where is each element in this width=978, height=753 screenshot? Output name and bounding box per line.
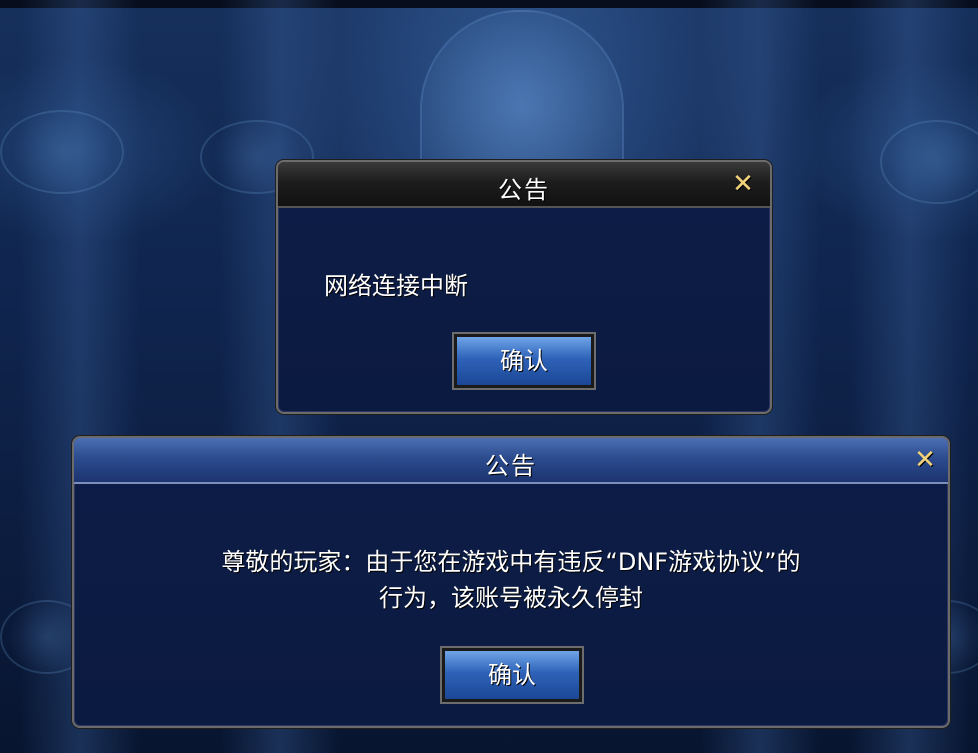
background-arch bbox=[420, 10, 624, 174]
dialog-titlebar[interactable]: 公告 ✕ bbox=[278, 162, 770, 208]
ban-notice-dialog: 公告 ✕ 尊敬的玩家：由于您在游戏中有违反“DNF游戏协议”的 行为，该账号被永… bbox=[72, 436, 950, 728]
dialog-titlebar[interactable]: 公告 ✕ bbox=[74, 438, 948, 484]
dialog-title: 公告 bbox=[498, 176, 550, 204]
background-ornament bbox=[0, 110, 124, 194]
game-background: 公告 ✕ 网络连接中断 确认 公告 ✕ 尊敬的玩家：由于您在游戏中有违反“DNF… bbox=[0, 0, 978, 753]
confirm-button[interactable]: 确认 bbox=[452, 332, 596, 390]
network-notice-dialog: 公告 ✕ 网络连接中断 确认 bbox=[276, 160, 772, 414]
dialog-message-line1: 尊敬的玩家：由于您在游戏中有违反“DNF游戏协议”的 bbox=[221, 548, 801, 576]
dialog-message-line2: 行为，该账号被永久停封 bbox=[379, 584, 643, 612]
confirm-button[interactable]: 确认 bbox=[440, 646, 584, 704]
dialog-message: 网络连接中断 bbox=[324, 272, 468, 300]
dialog-title: 公告 bbox=[485, 452, 537, 480]
top-edge bbox=[0, 0, 978, 8]
close-icon[interactable]: ✕ bbox=[912, 447, 938, 473]
close-icon[interactable]: ✕ bbox=[730, 171, 756, 197]
